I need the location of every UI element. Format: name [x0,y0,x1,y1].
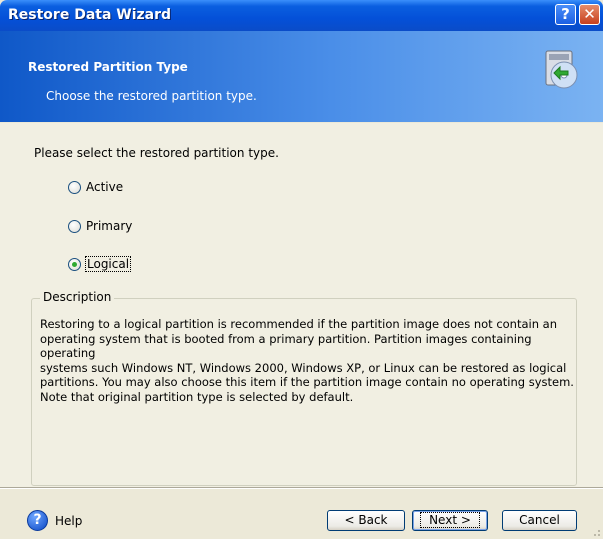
wizard-header: Restored Partition Type Choose the resto… [0,31,603,122]
footer-separator [0,487,603,489]
radio-logical-label[interactable]: Logical [84,256,132,272]
title-close-button[interactable]: ✕ [579,4,600,25]
radio-active[interactable]: Active [68,180,123,194]
title-help-button[interactable]: ? [555,4,576,25]
back-button[interactable]: < Back [327,510,405,531]
description-title: Description [40,290,115,304]
description-text: Restoring to a logical partition is reco… [40,317,574,405]
radio-active-circle[interactable] [68,180,81,194]
radio-primary[interactable]: Primary [68,219,132,233]
description-line: Restoring to a logical partition is reco… [40,317,558,331]
cancel-button[interactable]: Cancel [502,510,577,531]
title-bar[interactable]: Restore Data Wizard ? ✕ [0,0,603,31]
description-line: systems such Windows NT, Windows 2000, W… [40,360,567,375]
restore-wizard-icon [545,50,578,89]
description-line: partitions. You may also choose this ite… [40,375,574,390]
radio-logical-circle[interactable] [68,257,81,271]
partition-type-prompt: Please select the restored partition typ… [34,146,279,160]
next-button[interactable]: Next > [412,510,488,531]
next-button-label[interactable]: Next > [420,512,480,528]
radio-logical[interactable]: Logical [68,256,132,272]
window-title: Restore Data Wizard [8,7,172,23]
description-line: operating system that is booted from a p… [40,331,532,361]
header-title: Restored Partition Type [28,60,188,74]
help-icon[interactable]: ? [27,510,48,531]
resize-grip-icon[interactable] [591,527,601,537]
radio-primary-circle[interactable] [68,219,81,233]
wizard-window: Restore Data Wizard ? ✕ Restored Partiti… [0,0,603,539]
radio-active-label[interactable]: Active [86,180,123,194]
help-link[interactable]: Help [55,514,82,528]
description-line: Note that original partition type is sel… [40,389,354,404]
header-subtitle: Choose the restored partition type. [46,89,257,103]
radio-primary-label[interactable]: Primary [86,219,132,233]
